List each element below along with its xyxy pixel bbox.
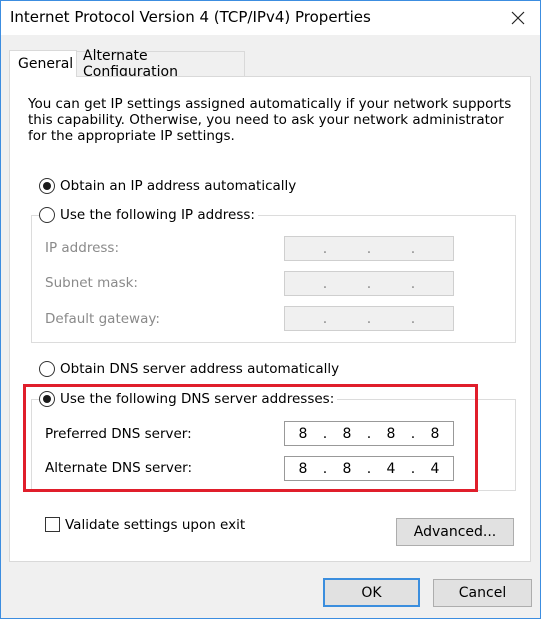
- dot-separator: .: [366, 240, 372, 257]
- window-title: Internet Protocol Version 4 (TCP/IPv4) P…: [10, 8, 371, 26]
- default-gateway-input[interactable]: . . .: [284, 306, 454, 331]
- subnet-mask-input[interactable]: . . .: [284, 271, 454, 296]
- use-following-ip-label: Use the following IP address:: [60, 207, 255, 223]
- default-gateway-label: Default gateway:: [45, 311, 160, 327]
- cancel-button-label: Cancel: [458, 585, 507, 601]
- ip-address-label: IP address:: [45, 240, 119, 256]
- close-button[interactable]: [496, 1, 540, 35]
- ip-address-input[interactable]: . . .: [284, 236, 454, 261]
- advanced-button[interactable]: Advanced...: [396, 518, 514, 546]
- octet: 8: [342, 425, 352, 442]
- dot-separator: .: [410, 240, 416, 257]
- dot-separator: .: [322, 240, 328, 257]
- dot-separator: .: [322, 310, 328, 327]
- tab-general-label: General: [18, 56, 74, 72]
- radio-circle-icon: [39, 361, 55, 377]
- dialog-window: Internet Protocol Version 4 (TCP/IPv4) P…: [0, 0, 541, 619]
- preferred-dns-label: Preferred DNS server:: [45, 426, 192, 442]
- subnet-mask-label: Subnet mask:: [45, 275, 138, 291]
- dot-separator: .: [410, 425, 416, 442]
- tab-alternate-configuration[interactable]: Alternate Configuration: [77, 48, 245, 80]
- octet: 8: [386, 425, 396, 442]
- tab-general[interactable]: General: [9, 50, 77, 77]
- radio-circle-icon: [39, 391, 55, 407]
- obtain-dns-auto-label: Obtain DNS server address automatically: [60, 361, 340, 377]
- dot-separator: .: [322, 425, 328, 442]
- octet: 8: [298, 425, 308, 442]
- dot-separator: .: [366, 425, 372, 442]
- preferred-dns-input[interactable]: 8. 8. 8. 8: [284, 421, 454, 446]
- description-text: You can get IP settings assigned automat…: [28, 96, 512, 144]
- close-icon: [511, 11, 525, 25]
- dot-separator: .: [322, 460, 328, 477]
- use-following-ip-radio[interactable]: Use the following IP address:: [39, 207, 258, 223]
- dot-separator: .: [410, 310, 416, 327]
- radio-circle-icon: [39, 178, 55, 194]
- dot-separator: .: [366, 460, 372, 477]
- radio-selected-dot: [43, 395, 51, 403]
- title-bar: Internet Protocol Version 4 (TCP/IPv4) P…: [1, 1, 540, 35]
- dot-separator: .: [322, 275, 328, 292]
- octet: 8: [298, 460, 308, 477]
- ok-button[interactable]: OK: [323, 578, 420, 607]
- dot-separator: .: [366, 275, 372, 292]
- ok-button-label: OK: [361, 584, 382, 601]
- radio-circle-icon: [39, 207, 55, 223]
- validate-settings-checkbox[interactable]: [45, 517, 60, 532]
- octet: 8: [430, 425, 440, 442]
- use-following-dns-label: Use the following DNS server addresses:: [60, 391, 335, 407]
- obtain-dns-auto-radio[interactable]: Obtain DNS server address automatically: [39, 361, 343, 377]
- validate-settings-label: Validate settings upon exit: [65, 517, 246, 533]
- octet: 8: [342, 460, 352, 477]
- use-following-dns-radio[interactable]: Use the following DNS server addresses:: [39, 391, 338, 407]
- obtain-ip-auto-label: Obtain an IP address automatically: [60, 178, 297, 194]
- alternate-dns-input[interactable]: 8. 8. 4. 4: [284, 456, 454, 481]
- obtain-ip-auto-radio[interactable]: Obtain an IP address automatically: [39, 178, 300, 194]
- octet: 4: [386, 460, 396, 477]
- octet: 4: [430, 460, 440, 477]
- dot-separator: .: [410, 275, 416, 292]
- cancel-button[interactable]: Cancel: [433, 579, 532, 607]
- advanced-button-label: Advanced...: [413, 524, 497, 540]
- alternate-dns-label: Alternate DNS server:: [45, 460, 193, 476]
- radio-selected-dot: [43, 182, 51, 190]
- dot-separator: .: [410, 460, 416, 477]
- dot-separator: .: [366, 310, 372, 327]
